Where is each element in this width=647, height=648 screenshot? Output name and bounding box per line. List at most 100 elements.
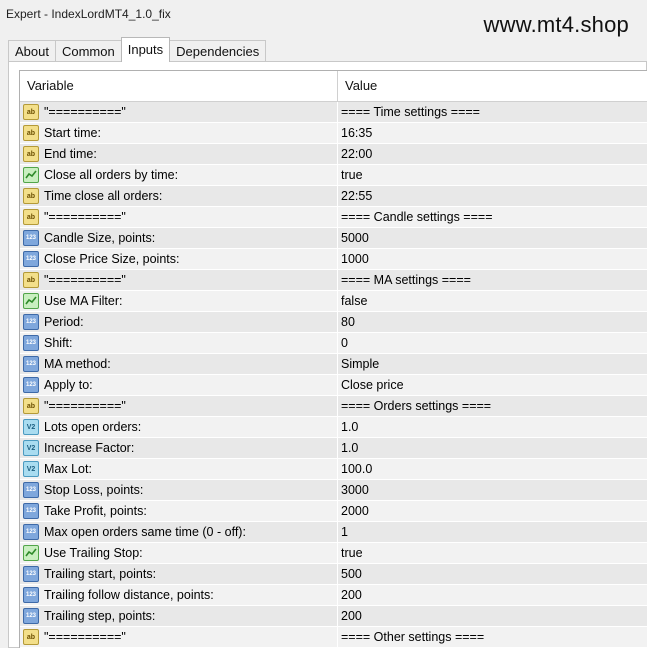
value-cell[interactable]: Simple: [338, 354, 647, 374]
table-body: ab "==========" ==== Time settings ==== ab S…: [20, 102, 647, 648]
value-cell[interactable]: true: [338, 165, 647, 185]
table-row[interactable]: 123 Period: 80: [20, 312, 647, 333]
column-header-variable[interactable]: Variable: [20, 71, 338, 101]
variable-cell: Close all orders by time:: [20, 165, 338, 185]
variable-cell: ab "==========": [20, 102, 338, 122]
variable-label: Apply to:: [44, 378, 93, 392]
table-row[interactable]: V2 Max Lot: 100.0: [20, 459, 647, 480]
table-row[interactable]: 123 MA method: Simple: [20, 354, 647, 375]
value-cell[interactable]: 200: [338, 585, 647, 605]
string-type-icon: ab: [23, 125, 39, 141]
table-row[interactable]: ab "==========" ==== MA settings ====: [20, 270, 647, 291]
variable-cell: ab "==========": [20, 270, 338, 290]
variable-cell: ab "==========": [20, 396, 338, 416]
variable-label: Use Trailing Stop:: [44, 546, 143, 560]
table-row[interactable]: 123 Apply to: Close price: [20, 375, 647, 396]
variable-cell: 123 Stop Loss, points:: [20, 480, 338, 500]
table-row[interactable]: ab End time: 22:00: [20, 144, 647, 165]
variable-label: Start time:: [44, 126, 101, 140]
table-row[interactable]: Use MA Filter: false: [20, 291, 647, 312]
variable-cell: 123 Period:: [20, 312, 338, 332]
variable-cell: 123 Trailing start, points:: [20, 564, 338, 584]
value-cell[interactable]: 100.0: [338, 459, 647, 479]
value-cell[interactable]: 5000: [338, 228, 647, 248]
table-row[interactable]: 123 Trailing step, points: 200: [20, 606, 647, 627]
tab-common[interactable]: Common: [54, 40, 122, 62]
value-cell[interactable]: ==== Candle settings ====: [338, 207, 647, 227]
value-cell[interactable]: 3000: [338, 480, 647, 500]
value-cell[interactable]: 500: [338, 564, 647, 584]
table-row[interactable]: 123 Stop Loss, points: 3000: [20, 480, 647, 501]
table-row[interactable]: ab "==========" ==== Other settings ====: [20, 627, 647, 648]
variable-label: Trailing follow distance, points:: [44, 588, 214, 602]
value-cell[interactable]: 16:35: [338, 123, 647, 143]
variable-cell: 123 Trailing step, points:: [20, 606, 338, 626]
value-cell[interactable]: 22:55: [338, 186, 647, 206]
value-cell[interactable]: ==== MA settings ====: [338, 270, 647, 290]
table-row[interactable]: 123 Trailing start, points: 500: [20, 564, 647, 585]
value-cell[interactable]: false: [338, 291, 647, 311]
integer-type-icon: 123: [23, 587, 39, 603]
variable-label: Trailing step, points:: [44, 609, 156, 623]
integer-type-icon: 123: [23, 314, 39, 330]
table-row[interactable]: 123 Candle Size, points: 5000: [20, 228, 647, 249]
variable-label: Max Lot:: [44, 462, 92, 476]
integer-type-icon: 123: [23, 230, 39, 246]
value-cell[interactable]: true: [338, 543, 647, 563]
integer-type-icon: 123: [23, 251, 39, 267]
value-cell[interactable]: 2000: [338, 501, 647, 521]
table-row[interactable]: V2 Lots open orders: 1.0: [20, 417, 647, 438]
variable-label: Shift:: [44, 336, 73, 350]
variable-cell: ab "==========": [20, 207, 338, 227]
tab-inputs[interactable]: Inputs: [120, 37, 171, 62]
table-row[interactable]: ab Time close all orders: 22:55: [20, 186, 647, 207]
double-type-icon: V2: [23, 440, 39, 456]
variable-label: Take Profit, points:: [44, 504, 147, 518]
value-cell[interactable]: ==== Other settings ====: [338, 627, 647, 647]
value-cell[interactable]: Close price: [338, 375, 647, 395]
variable-cell: 123 Take Profit, points:: [20, 501, 338, 521]
inputs-panel: Variable Value ab "==========" ==== Time s…: [8, 61, 647, 648]
value-cell[interactable]: 1: [338, 522, 647, 542]
value-cell[interactable]: 1.0: [338, 438, 647, 458]
column-header-value[interactable]: Value: [338, 71, 647, 101]
variable-label: Trailing start, points:: [44, 567, 157, 581]
boolean-type-icon: [23, 293, 39, 309]
tab-bar: About Common Inputs Dependencies: [8, 37, 267, 62]
value-cell[interactable]: 200: [338, 606, 647, 626]
boolean-type-icon: [23, 167, 39, 183]
value-cell[interactable]: 22:00: [338, 144, 647, 164]
value-cell[interactable]: 80: [338, 312, 647, 332]
table-row[interactable]: Close all orders by time: true: [20, 165, 647, 186]
table-row[interactable]: 123 Shift: 0: [20, 333, 647, 354]
integer-type-icon: 123: [23, 608, 39, 624]
table-row[interactable]: Use Trailing Stop: true: [20, 543, 647, 564]
table-row[interactable]: ab "==========" ==== Candle settings ====: [20, 207, 647, 228]
string-type-icon: ab: [23, 146, 39, 162]
value-cell[interactable]: ==== Orders settings ====: [338, 396, 647, 416]
variable-cell: ab Time close all orders:: [20, 186, 338, 206]
value-cell[interactable]: ==== Time settings ====: [338, 102, 647, 122]
table-row[interactable]: V2 Increase Factor: 1.0: [20, 438, 647, 459]
variable-label: "==========": [44, 630, 126, 644]
variable-label: Close all orders by time:: [44, 168, 179, 182]
table-row[interactable]: 123 Take Profit, points: 2000: [20, 501, 647, 522]
table-row[interactable]: ab "==========" ==== Orders settings ====: [20, 396, 647, 417]
integer-type-icon: 123: [23, 566, 39, 582]
table-row[interactable]: 123 Max open orders same time (0 - off): 1: [20, 522, 647, 543]
table-row[interactable]: 123 Trailing follow distance, points: 200: [20, 585, 647, 606]
tab-dependencies[interactable]: Dependencies: [169, 40, 267, 62]
value-cell[interactable]: 1.0: [338, 417, 647, 437]
watermark-text: www.mt4.shop: [483, 12, 629, 37]
table-row[interactable]: ab "==========" ==== Time settings ====: [20, 102, 647, 123]
integer-type-icon: 123: [23, 482, 39, 498]
value-cell[interactable]: 0: [338, 333, 647, 353]
value-cell[interactable]: 1000: [338, 249, 647, 269]
table-row[interactable]: 123 Close Price Size, points: 1000: [20, 249, 647, 270]
inputs-table: Variable Value ab "==========" ==== Time s…: [19, 70, 647, 648]
variable-label: Close Price Size, points:: [44, 252, 180, 266]
variable-cell: 123 MA method:: [20, 354, 338, 374]
tab-about[interactable]: About: [8, 40, 56, 62]
table-row[interactable]: ab Start time: 16:35: [20, 123, 647, 144]
variable-cell: ab "==========": [20, 627, 338, 647]
